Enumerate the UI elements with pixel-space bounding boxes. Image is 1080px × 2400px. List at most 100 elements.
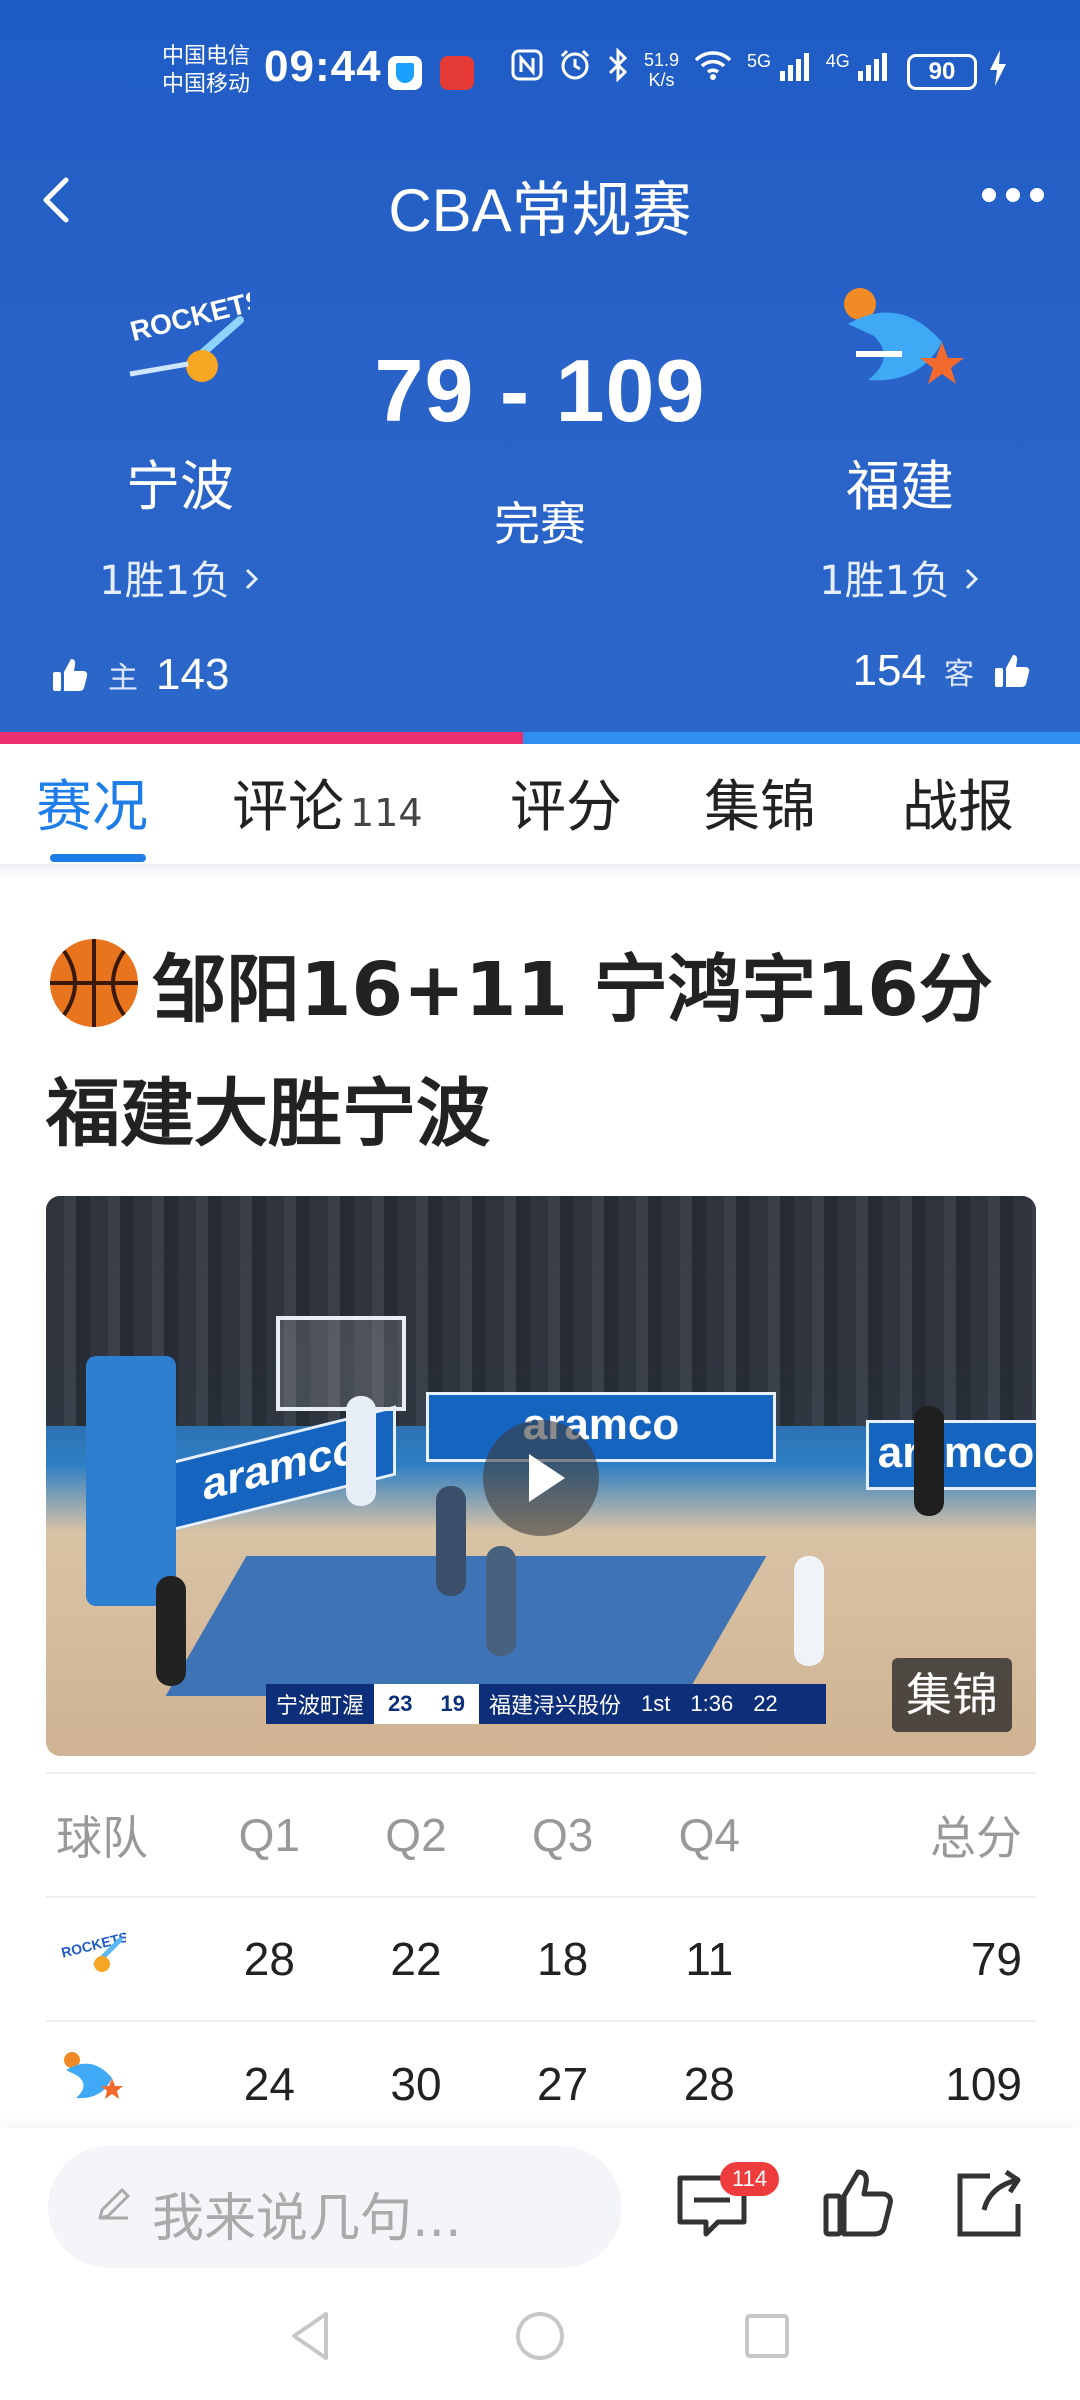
table-row: 24 30 27 28 109 [46, 2021, 1036, 2145]
table-header: Q3 [531, 1809, 594, 1861]
away-record-text: 1胜1负 [819, 558, 951, 604]
away-team-mini-logo [64, 2052, 123, 2099]
tab-bar: 赛况 评论 114 评分 集锦 战报 [0, 744, 1080, 866]
bluetooth-icon [606, 47, 630, 91]
table-header: Q4 [678, 1809, 740, 1861]
charging-icon [988, 50, 1008, 95]
support-ratio-bar [0, 732, 1080, 744]
hoop-stand [86, 1356, 176, 1606]
active-tab-indicator [50, 854, 146, 862]
video-banner: aramco [866, 1420, 1036, 1490]
tab-live[interactable]: 赛况 [36, 762, 148, 843]
tab-comment-count: 114 [350, 791, 423, 835]
chevron-right-icon [965, 568, 978, 590]
share-icon[interactable] [950, 2164, 1030, 2244]
video-tag: 集锦 [892, 1658, 1012, 1732]
player [346, 1396, 376, 1506]
nfc-icon [510, 48, 544, 91]
player [794, 1556, 824, 1666]
nav-back-icon[interactable] [286, 2308, 336, 2364]
referee [156, 1576, 186, 1686]
table-header: Q1 [238, 1809, 301, 1861]
table-header-row: 球队 Q1 Q2 Q3 Q4 总分 [46, 1773, 1036, 1897]
tab-label: 集锦 [704, 775, 816, 840]
away-like-button[interactable]: 154 客 [853, 646, 1032, 696]
scorebug-clock: 1:36 [690, 1691, 734, 1716]
tab-ratings[interactable]: 评分 [510, 762, 622, 843]
comment-placeholder: 我来说几句... [152, 2189, 462, 2249]
page-title: CBA常规赛 [388, 177, 692, 244]
nav-recents-icon[interactable] [742, 2308, 792, 2364]
article-headline[interactable]: 邹阳16+11 宁鸿宇16分 福建大胜宁波 [46, 928, 1046, 1176]
away-tag: 客 [944, 657, 974, 692]
basketball-icon [50, 939, 138, 1027]
net-type-1: 5G [747, 51, 772, 71]
video-scorebug: 宁波町渥 23 19 福建浔兴股份 1st 1:36 22 [266, 1684, 826, 1724]
carrier-1: 中国电信 [162, 43, 251, 68]
signal-5g: 5G [747, 51, 812, 88]
away-team-record[interactable]: 1胜1负 [770, 548, 1030, 606]
status-bar: 中国电信 中国移动 09:44 51.9 K/s 5G 4G 90 [0, 34, 1080, 110]
chevron-right-icon [245, 568, 258, 590]
tab-label: 评论 [232, 775, 344, 840]
network-speed: 51.9 K/s [644, 50, 679, 90]
table-cell: 27 [537, 2057, 589, 2110]
comment-count-badge: 114 [720, 2162, 780, 2196]
match-header: 中国电信 中国移动 09:44 51.9 K/s 5G 4G 90 CBA常规赛… [0, 0, 1080, 732]
headline-text: 邹阳16+11 宁鸿宇16分 福建大胜宁波 [46, 947, 993, 1157]
table-cell-team: ROCKETS [46, 1897, 196, 2021]
table-cell: 18 [537, 1933, 589, 1985]
home-like-count: 143 [156, 650, 230, 699]
alarm-icon [558, 48, 592, 91]
table-header: 球队 [56, 1812, 148, 1864]
backboard [276, 1316, 406, 1411]
away-support-fill [522, 732, 1080, 744]
carrier-2: 中国移动 [162, 71, 251, 96]
play-icon[interactable] [483, 1420, 599, 1536]
table-cell: 28 [683, 2057, 735, 2110]
tab-label: 评分 [510, 775, 622, 840]
nav-home-icon[interactable] [512, 2308, 568, 2364]
table-cell: 22 [390, 1933, 442, 1985]
table-cell: 11 [685, 1933, 734, 1985]
tab-divider [0, 866, 1080, 880]
home-tag: 主 [108, 661, 138, 696]
signal-4g: 4G [826, 51, 891, 88]
home-record-text: 1胜1负 [99, 558, 231, 604]
table-cell: 30 [390, 2057, 442, 2110]
status-time: 09:44 [264, 42, 382, 91]
away-team-name[interactable]: 福建 [770, 442, 1030, 521]
thumbs-up-icon [995, 655, 1030, 687]
scorebug-away-score: 19 [426, 1684, 479, 1724]
speed-unit: K/s [648, 69, 675, 90]
table-header: Q2 [385, 1809, 447, 1861]
highlight-video[interactable]: aramco aramco aramco 宁波町渥 23 19 福建浔兴股份 1… [46, 1196, 1036, 1756]
comment-input[interactable]: 我来说几句... [48, 2146, 622, 2268]
system-nav-bar [0, 2308, 1080, 2368]
home-support-fill [0, 732, 523, 744]
tab-label: 战报 [902, 775, 1014, 840]
player [486, 1546, 516, 1656]
tab-comments[interactable]: 评论 114 [232, 762, 423, 843]
player [436, 1486, 466, 1596]
away-team-logo[interactable] [830, 284, 970, 404]
tab-report[interactable]: 战报 [902, 762, 1014, 843]
net-type-2: 4G [825, 51, 850, 71]
wifi-icon [693, 48, 733, 91]
more-icon[interactable] [982, 188, 1044, 202]
status-icons: 51.9 K/s 5G 4G [510, 47, 891, 91]
thumbs-up-icon [53, 659, 88, 691]
battery-indicator: 90 [907, 54, 977, 90]
pencil-icon [98, 2188, 130, 2220]
video-banner: aramco [426, 1392, 776, 1462]
tab-highlights[interactable]: 集锦 [704, 762, 816, 843]
scorebug-away: 福建浔兴股份 [488, 1693, 621, 1718]
like-icon[interactable] [818, 2164, 898, 2244]
scorebug-home: 宁波町渥 [276, 1693, 365, 1718]
home-team-record[interactable]: 1胜1负 [50, 548, 310, 606]
scorebug-home-score: 23 [374, 1684, 427, 1724]
table-cell: 28 [243, 1933, 295, 1985]
home-like-button[interactable]: 主 143 [50, 650, 229, 700]
scorebug-quarter: 1st [641, 1691, 671, 1716]
red-app-icon [440, 56, 474, 90]
